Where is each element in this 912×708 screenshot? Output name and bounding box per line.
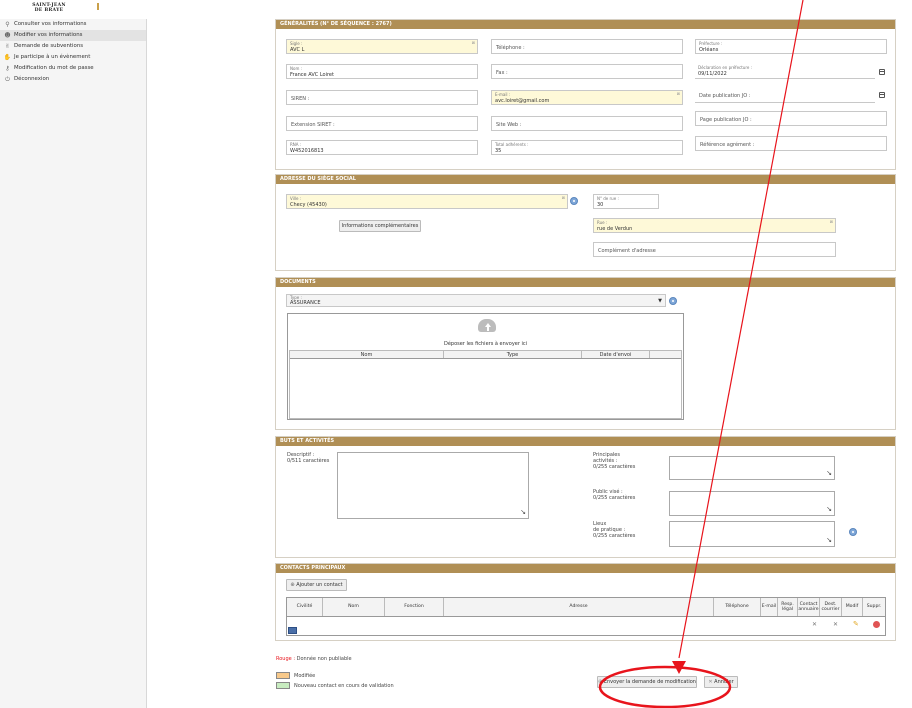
annotation-overlay	[598, 0, 804, 708]
annotation-ellipse	[598, 665, 732, 708]
annotation-arrow-line	[678, 0, 804, 659]
